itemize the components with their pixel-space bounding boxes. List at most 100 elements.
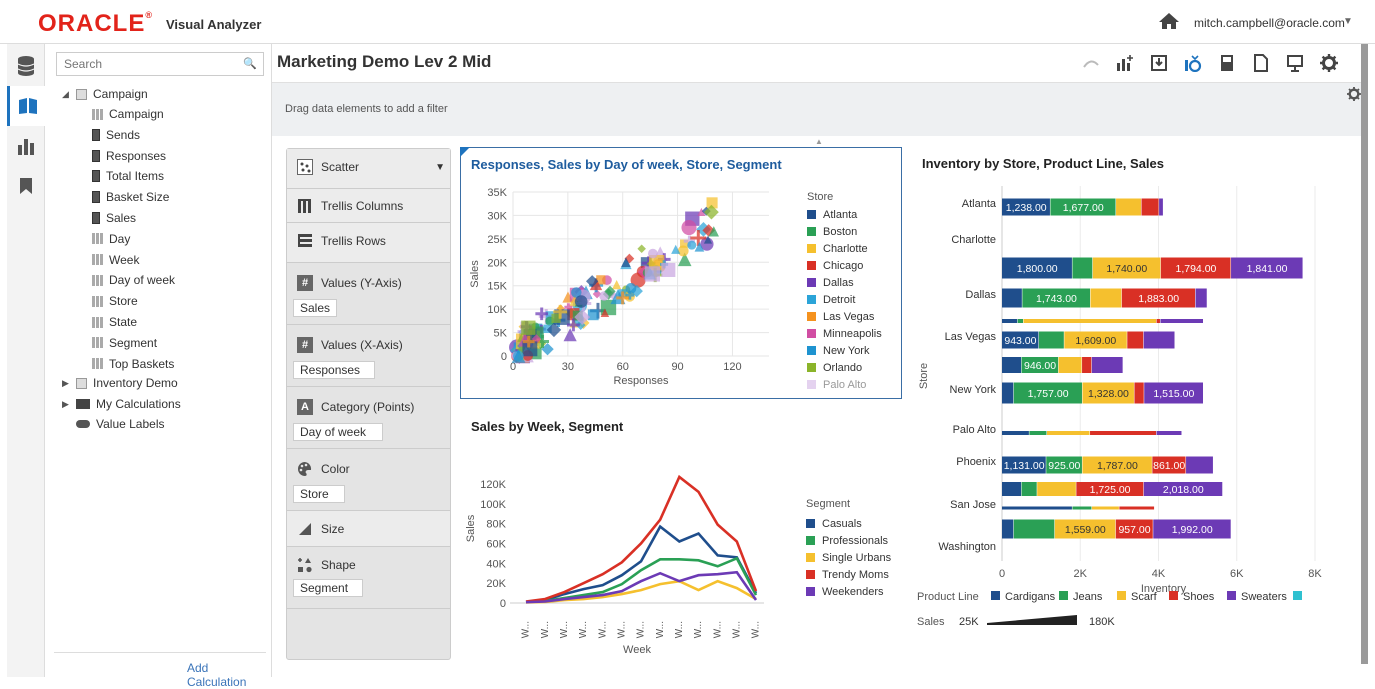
scatter-point[interactable] [625,283,637,294]
legend-label[interactable]: Atlanta [823,209,858,221]
bar-segment[interactable] [1023,319,1157,323]
tree-item-store[interactable]: Store [92,291,138,311]
scatter-point[interactable] [521,320,536,335]
bar-segment[interactable] [1143,331,1175,349]
scatter-point[interactable] [661,262,676,277]
tree-item-total-items[interactable]: Total Items [92,166,164,186]
tree-item-basket-size[interactable]: Basket Size [92,187,169,207]
tree-item-state[interactable]: State [92,312,137,332]
line-chart[interactable]: 0 20K 40K 60K 80K 100K 120K W... W... W... W... W..… [460,436,902,661]
tree-item-top-baskets[interactable]: Top Baskets [92,354,174,374]
tree-node-campaign[interactable]: ◢ Campaign [62,84,148,104]
bar-segment[interactable] [1091,506,1119,510]
legend-label[interactable]: Jeans [1073,591,1103,603]
values-y-pill[interactable]: Sales [293,299,338,317]
bar-segment[interactable] [1091,357,1123,373]
legend-label[interactable]: Boston [823,226,857,238]
bar-segment[interactable] [1046,431,1090,435]
legend-label[interactable]: Palo Alto [823,379,866,391]
tree-item-sales[interactable]: Sales [92,208,136,228]
bar-segment[interactable] [1021,482,1037,496]
legend-label[interactable]: Dallas [823,277,854,289]
values-x-drop[interactable]: # Values (X-Axis) Responses [287,325,450,387]
tree-item-segment[interactable]: Segment [92,333,157,353]
filter-bar[interactable]: Drag data elements to add a filter [272,82,1365,136]
bar-segment[interactable] [1037,482,1076,496]
document-icon[interactable] [1250,52,1272,74]
scatter-point[interactable] [647,248,658,259]
legend-label[interactable]: Cardigans [1005,591,1056,603]
legend-label[interactable]: New York [823,345,870,357]
trellis-rows-drop[interactable]: Trellis Rows [287,223,450,263]
bar-segment[interactable] [1156,431,1182,435]
bar-segment[interactable] [1156,319,1160,323]
legend-label[interactable]: Minneapolis [823,328,882,340]
bookmark-icon[interactable] [7,166,45,206]
scatter-point[interactable] [677,245,689,257]
bar-segment[interactable] [1127,331,1144,349]
tree-item-week[interactable]: Week [92,250,139,270]
present-icon[interactable] [1216,52,1238,74]
legend-label[interactable]: Chicago [823,260,863,272]
legend-label[interactable]: Professionals [822,535,889,547]
data-sources-icon[interactable] [7,46,45,86]
bar-segment[interactable] [1002,519,1014,539]
bar-segment[interactable] [1134,382,1144,404]
expand-down-icon[interactable]: ◢ [62,84,72,104]
search-box[interactable]: 🔍 [56,52,264,76]
bar-segment[interactable] [1186,456,1213,474]
shape-pill[interactable]: Segment [293,579,363,597]
search-icon[interactable]: 🔍 [243,57,257,70]
filter-gear-icon[interactable] [1347,87,1361,104]
bar-segment[interactable] [1090,431,1157,435]
redo-icon[interactable] [1080,52,1102,74]
shape-drop[interactable]: Shape Segment [287,547,450,609]
data-elements-icon[interactable] [7,86,45,126]
scatter-point[interactable] [637,244,646,254]
bar-segment[interactable] [1072,257,1093,279]
add-calculation-link[interactable]: Add Calculation [187,661,271,689]
tree-item-day[interactable]: Day [92,229,130,249]
legend-label[interactable]: Casuals [822,518,862,530]
add-visualization-icon[interactable] [1114,52,1136,74]
category-drop[interactable]: A Category (Points) Day of week [287,387,450,449]
bar-segment[interactable] [1058,357,1082,373]
tree-item-campaign[interactable]: Campaign [92,104,164,124]
add-data-icon[interactable] [1148,52,1170,74]
search-input[interactable] [57,53,237,75]
bar-segment[interactable] [1082,357,1092,373]
bar-segment[interactable] [1159,198,1163,216]
bar-segment[interactable] [1013,519,1055,539]
bar-segment[interactable] [1002,506,1072,510]
legend-label[interactable]: Detroit [823,294,855,306]
scatter-point[interactable] [644,266,661,282]
expand-right-icon[interactable]: ▶ [62,373,72,393]
tree-node-inventory-demo[interactable]: ▶ Inventory Demo [62,373,178,393]
scatter-chart[interactable]: 0 30 60 90 12005K10K15K20K25K30K35KResponses… [461,148,901,398]
user-menu[interactable]: mitch.campbell@oracle.com [1194,16,1345,30]
tree-item-day-of-week[interactable]: Day of week [92,270,175,290]
expand-right-icon[interactable]: ▶ [62,394,72,414]
bar-segment[interactable] [1119,506,1155,510]
tree-node-value-labels[interactable]: Value Labels [76,414,165,434]
bar-segment[interactable] [1002,382,1014,404]
bar-segment[interactable] [1029,431,1047,435]
legend-label[interactable]: Weekenders [822,586,884,598]
legend-label[interactable]: Orlando [823,362,862,374]
bar-segment[interactable] [1002,357,1022,373]
scatter-point[interactable] [587,309,599,321]
bar-segment[interactable] [1141,198,1159,216]
category-pill[interactable]: Day of week [293,423,383,441]
legend-label[interactable]: Single Urbans [822,552,892,564]
bar-segment[interactable] [1002,431,1029,435]
bar-segment[interactable] [1116,198,1141,216]
legend-label[interactable]: Las Vegas [823,311,875,323]
visualizations-icon[interactable] [7,126,45,166]
trellis-columns-drop[interactable]: Trellis Columns [287,189,450,223]
bar-segment[interactable] [1002,482,1022,496]
scatter-point[interactable] [687,240,697,250]
bar-segment[interactable] [1160,319,1203,323]
tree-item-sends[interactable]: Sends [92,125,140,145]
bar-segment[interactable] [1072,506,1092,510]
legend-label[interactable]: Shoes [1183,591,1215,603]
